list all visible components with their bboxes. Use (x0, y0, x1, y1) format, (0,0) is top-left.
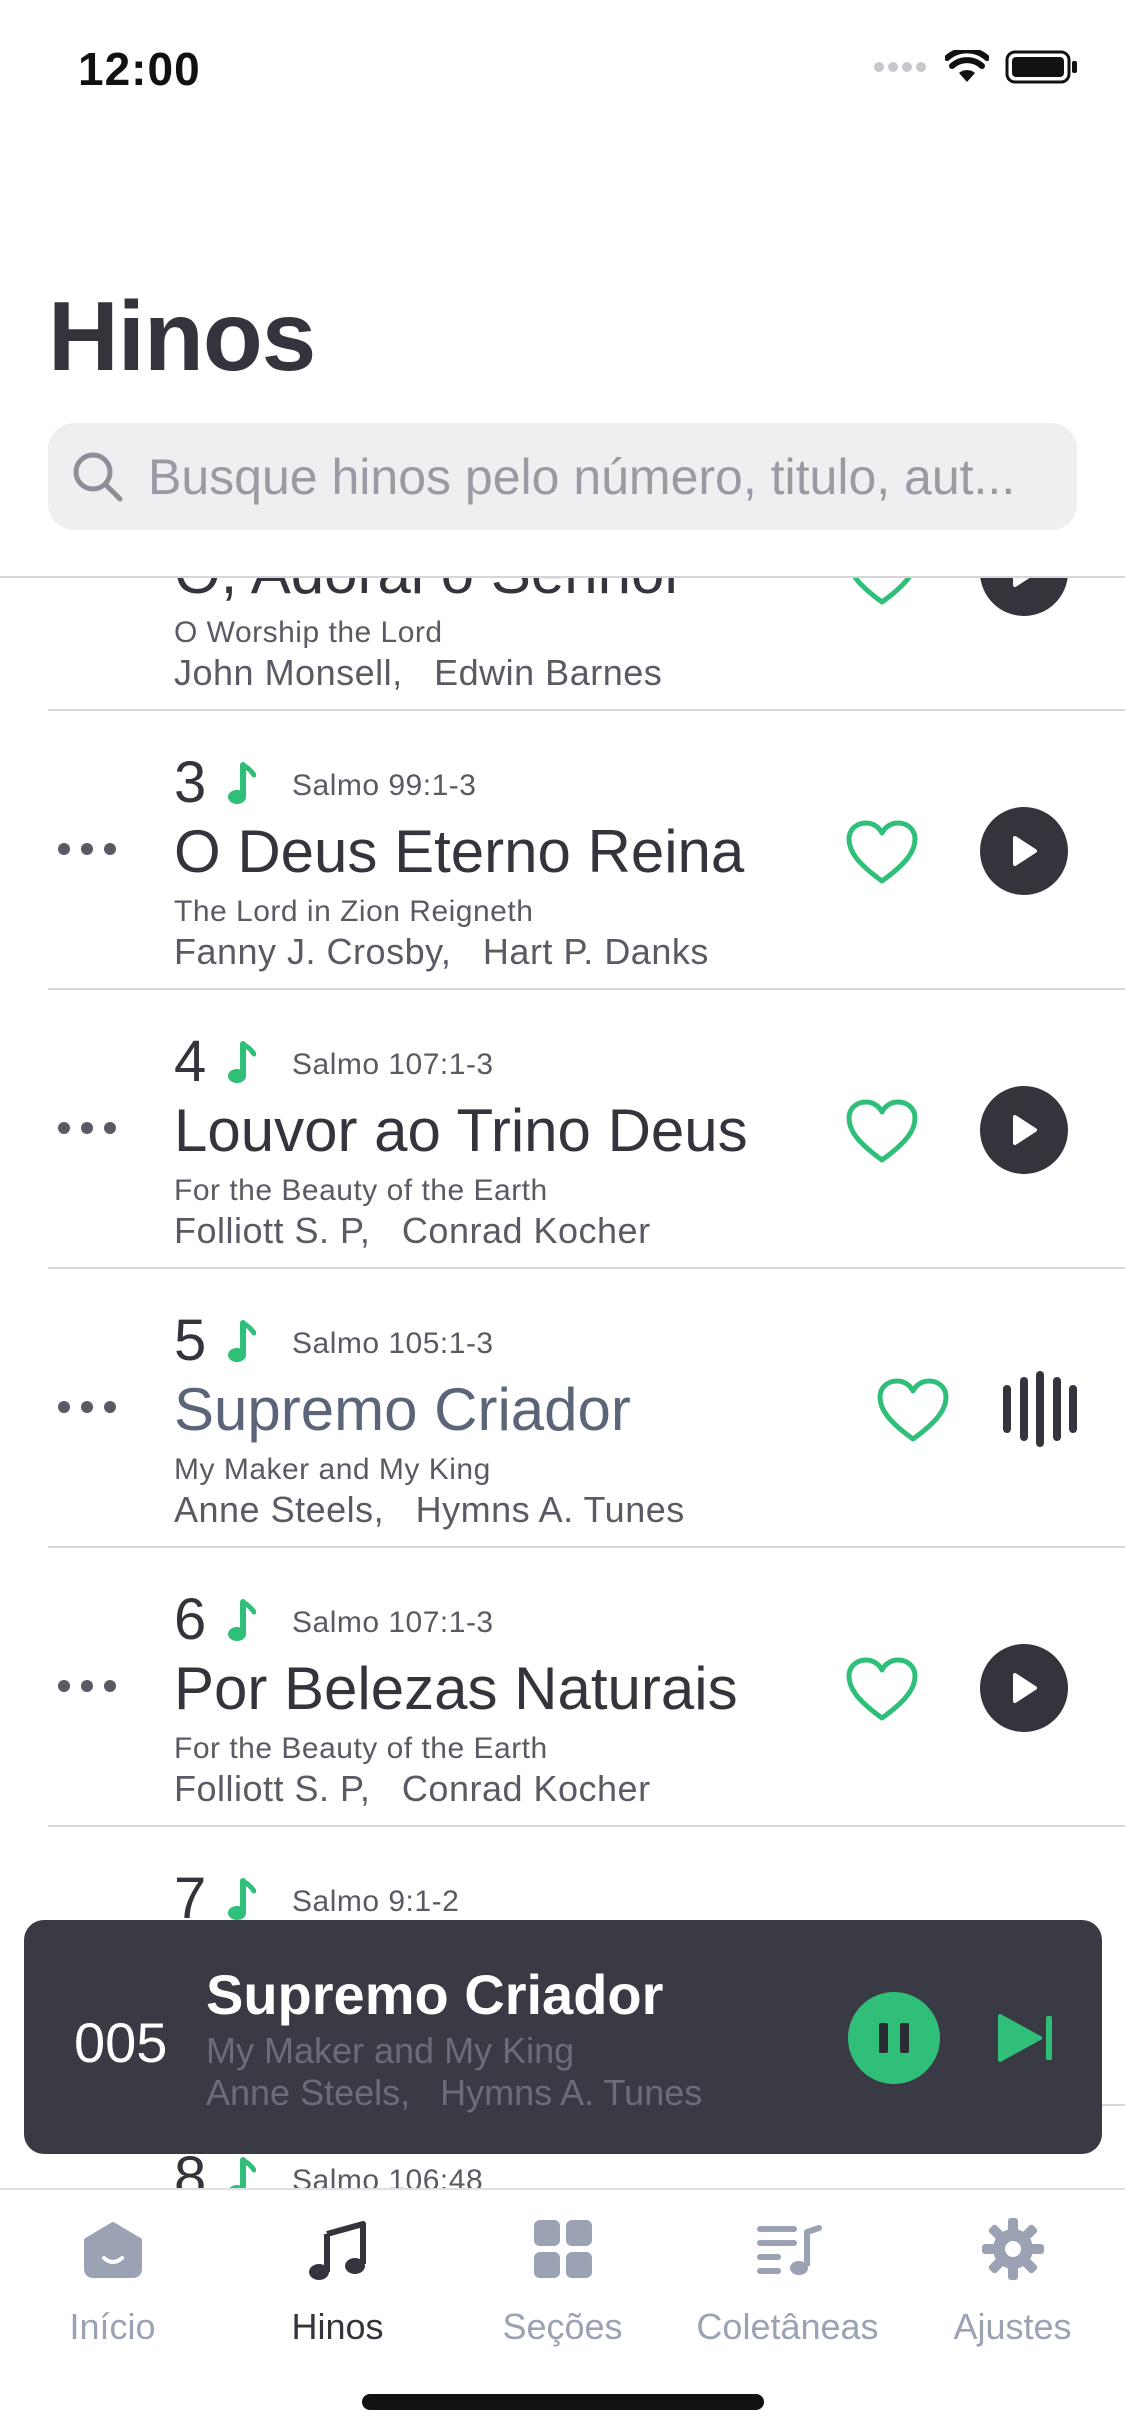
tab-secoes[interactable]: Seções (450, 2190, 675, 2360)
music-note-icon (228, 1320, 256, 1362)
heart-icon[interactable] (845, 819, 919, 885)
hymn-title: O, Adorai o Senhor (174, 578, 684, 607)
more-options-icon[interactable] (58, 576, 116, 578)
psalm-reference: Salmo 107:1-3 (292, 1048, 494, 1081)
play-button[interactable] (980, 578, 1068, 616)
battery-icon (1005, 50, 1077, 84)
heart-icon[interactable] (845, 1098, 919, 1164)
status-time: 12:00 (78, 43, 201, 95)
music-note-icon (229, 2157, 256, 2188)
more-options-icon[interactable] (58, 1122, 116, 1136)
hymn-english-title: For the Beauty of the Earth (174, 1174, 548, 1207)
tab-label: Seções (502, 2306, 623, 2347)
psalm-reference: Salmo 99:1-3 (292, 769, 477, 802)
music-note-icon (228, 1041, 256, 1083)
search-input[interactable] (148, 447, 1048, 506)
psalm-reference: Salmo 107:1-3 (292, 1606, 494, 1639)
music-note-icon (228, 1599, 256, 1641)
status-bar: 12:00 (0, 0, 1125, 140)
hymn-number: 3 (174, 750, 207, 815)
play-icon (1013, 1673, 1037, 1703)
hymn-row[interactable]: 2Salmo 96:9O, Adorai o SenhorO Worship t… (0, 576, 1125, 711)
mini-player-title: Supremo Criador (206, 1963, 664, 2026)
heart-icon[interactable] (845, 1656, 919, 1722)
hymn-number: 4 (174, 1029, 207, 1094)
search-bar[interactable] (48, 423, 1077, 530)
tab-label: Início (69, 2306, 156, 2347)
play-button[interactable] (980, 807, 1068, 895)
play-icon (1013, 836, 1037, 866)
playlist-icon (757, 2225, 822, 2275)
hymn-row[interactable]: 6 Salmo 107:1-3 Por Belezas Naturais For th… (0, 1548, 1125, 1827)
hymn-authors: John Monsell, Edwin Barnes (174, 652, 663, 693)
mini-player-number: 005 (74, 2011, 168, 2074)
tab-coletaneas[interactable]: Coletâneas (675, 2190, 900, 2360)
more-options-icon[interactable] (58, 1401, 116, 1415)
now-playing-bars-icon[interactable] (1003, 1371, 1077, 1447)
music-note-icon (228, 1878, 256, 1920)
tab-label: Ajustes (953, 2306, 1072, 2347)
heart-icon[interactable] (876, 1377, 950, 1443)
hymn-authors: Folliott S. P, Conrad Kocher (174, 1210, 651, 1251)
hymn-number: 5 (174, 1308, 207, 1373)
hymn-english-title: For the Beauty of the Earth (174, 1732, 548, 1765)
hymn-row[interactable]: 5 Salmo 105:1-3 Supremo Criador My Maker an… (0, 1269, 1125, 1548)
hymn-authors: Folliott S. P, Conrad Kocher (174, 1768, 651, 1809)
skip-next-icon[interactable] (996, 2012, 1056, 2064)
home-indicator (362, 2394, 764, 2410)
hymn-title: O Deus Eterno Reina (174, 818, 745, 885)
hymn-row[interactable]: 4 Salmo 107:1-3 Louvor ao Trino Deus For th… (0, 990, 1125, 1269)
hymn-english-title: The Lord in Zion Reigneth (174, 895, 534, 928)
tab-hinos[interactable]: Hinos (225, 2190, 450, 2360)
pause-button[interactable] (848, 1992, 940, 2084)
hymn-english-title: My Maker and My King (174, 1453, 491, 1486)
hymn-title: Supremo Criador (174, 1376, 631, 1443)
psalm-reference: Salmo 106:48 (292, 2164, 484, 2188)
more-options-icon[interactable] (58, 1680, 116, 1694)
tab-ajustes[interactable]: Ajustes (900, 2190, 1125, 2360)
hymn-row[interactable]: 3 Salmo 99:1-3 O Deus Eterno Reina The Lord… (0, 711, 1125, 990)
play-icon (1013, 1115, 1037, 1145)
wifi-icon (945, 50, 989, 82)
play-icon (1013, 578, 1030, 587)
psalm-reference: Salmo 9:1-2 (292, 1885, 460, 1918)
gear-icon (982, 2218, 1044, 2280)
psalm-reference: Salmo 105:1-3 (292, 1327, 494, 1360)
mini-player-authors: Anne Steels, Hymns A. Tunes (206, 2072, 703, 2113)
cellular-signal-icon (874, 62, 926, 72)
hymn-english-title: O Worship the Lord (174, 616, 443, 649)
hymn-authors: Fanny J. Crosby, Hart P. Danks (174, 931, 709, 972)
play-button[interactable] (980, 1644, 1068, 1732)
tab-label: Hinos (291, 2306, 384, 2347)
hymn-title: Por Belezas Naturais (174, 1655, 738, 1722)
grid-icon (534, 2220, 592, 2278)
play-button[interactable] (980, 1086, 1068, 1174)
music-note-icon (309, 2221, 366, 2280)
more-options-icon[interactable] (58, 843, 116, 857)
music-note-icon (228, 762, 256, 804)
search-icon (73, 452, 123, 501)
tab-label: Coletâneas (696, 2306, 879, 2347)
heart-icon[interactable] (845, 576, 919, 606)
home-icon (84, 2222, 142, 2278)
mini-player-subtitle: My Maker and My King (206, 2030, 575, 2071)
status-icons (873, 50, 1079, 84)
tab-inicio[interactable]: Início (0, 2190, 225, 2360)
page-title: Hinos (48, 281, 316, 391)
hymn-authors: Anne Steels, Hymns A. Tunes (174, 1489, 685, 1530)
mini-player[interactable]: 005 Supremo Criador My Maker and My King… (24, 1920, 1102, 2154)
hymn-title: Louvor ao Trino Deus (174, 1097, 748, 1164)
hymn-number: 6 (174, 1587, 207, 1652)
